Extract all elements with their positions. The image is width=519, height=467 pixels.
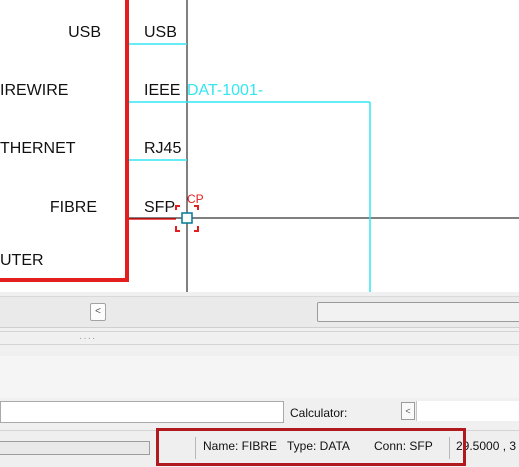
lower-panel: < ···· Calculator: < Name: FIBRE Type: D… bbox=[0, 292, 519, 467]
command-input-row: Calculator: < bbox=[0, 398, 519, 426]
highlight-box bbox=[156, 428, 466, 466]
command-input[interactable] bbox=[0, 401, 284, 423]
schematic-drawing bbox=[0, 0, 519, 292]
scroll-thumb[interactable] bbox=[317, 302, 519, 322]
cp-marker-label: CP bbox=[187, 192, 204, 206]
drawing-canvas[interactable]: USB IREWIRE THERNET FIBRE UTER USB IEEE … bbox=[0, 0, 519, 292]
calculator-field[interactable] bbox=[416, 401, 519, 421]
connector-usb[interactable]: USB bbox=[144, 24, 177, 42]
horizontal-scrollbar[interactable]: < bbox=[0, 296, 519, 328]
device-label-fibre: FIBRE bbox=[49, 199, 97, 216]
scroll-left-button[interactable]: < bbox=[90, 303, 106, 321]
connector-sfp[interactable]: SFP bbox=[144, 199, 175, 217]
divider bbox=[0, 344, 519, 345]
device-label-computer: UTER bbox=[0, 252, 44, 269]
device-label-firewire: IREWIRE bbox=[0, 82, 69, 99]
divider bbox=[0, 331, 519, 332]
device-label-ethernet: THERNET bbox=[0, 140, 76, 157]
calculator-arrow-button[interactable]: < bbox=[401, 402, 415, 420]
calculator-label: Calculator: bbox=[290, 406, 348, 420]
connector-rj45[interactable]: RJ45 bbox=[144, 140, 181, 158]
splitter-grip-icon[interactable]: ···· bbox=[79, 333, 96, 344]
empty-panel bbox=[0, 356, 519, 398]
progress-bar bbox=[0, 441, 150, 455]
device-label-usb: USB bbox=[68, 24, 101, 41]
connector-ieee[interactable]: IEEE bbox=[144, 82, 180, 100]
wire-label[interactable]: DAT-1001- bbox=[187, 82, 263, 100]
